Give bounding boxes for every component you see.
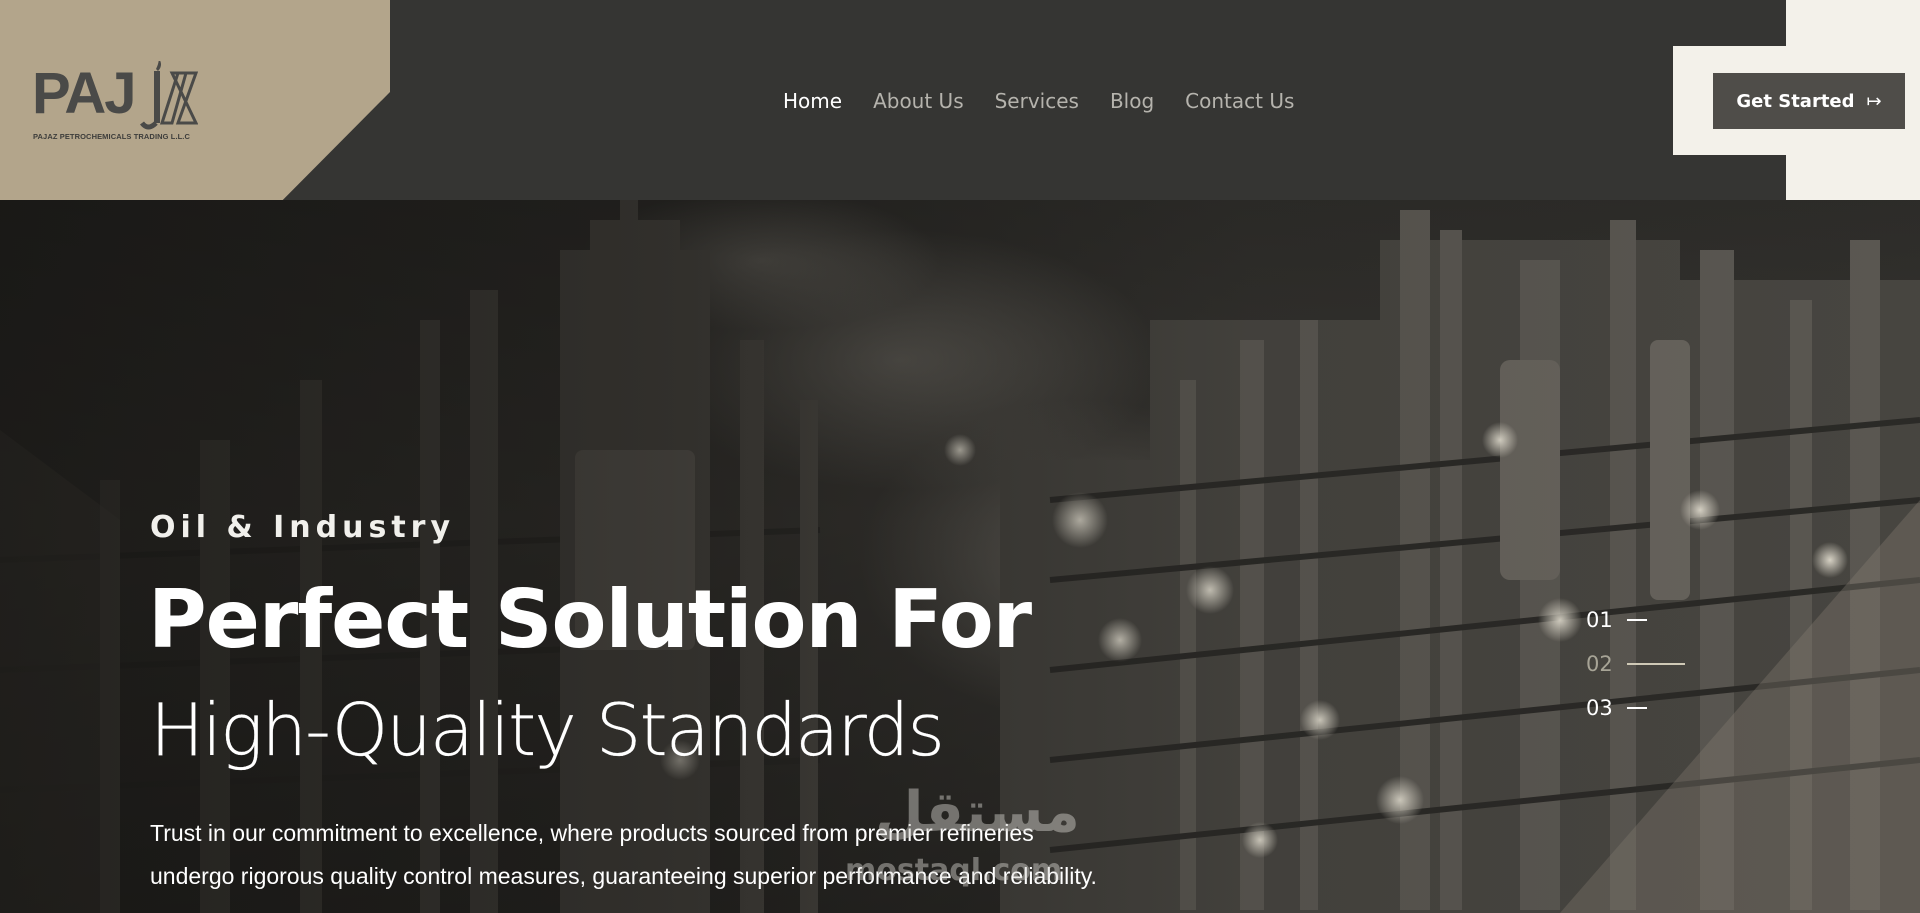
get-started-button[interactable]: Get Started ↦	[1713, 73, 1905, 129]
nav-home[interactable]: Home	[783, 86, 842, 116]
slide-dot-3[interactable]: 03	[1586, 686, 1685, 730]
slide-indicator: 01 02 03	[1586, 598, 1685, 730]
hero-eyebrow: Oil & Industry	[150, 510, 456, 545]
arrow-right-to-bar-icon: ↦	[1866, 90, 1882, 112]
slide-line	[1626, 707, 1647, 709]
brand-logo[interactable]: PAJ PAJAZ PETROCHEMICALS TRADING L.L.C	[30, 55, 205, 145]
watermark-arabic: مستقل	[875, 780, 1080, 845]
slide-line	[1626, 663, 1685, 665]
slide-dot-1[interactable]: 01	[1586, 598, 1685, 642]
hero-headline-secondary: High-Quality Standards	[150, 688, 945, 772]
nav-contact-us[interactable]: Contact Us	[1185, 86, 1294, 116]
get-started-label: Get Started	[1736, 90, 1855, 112]
nav-services[interactable]: Services	[995, 86, 1079, 116]
slide-line	[1626, 619, 1647, 621]
hero-headline-primary: Perfect Solution For	[148, 573, 1032, 666]
watermark-latin: mostaql.com	[845, 853, 1063, 888]
nav-about-us[interactable]: About Us	[873, 86, 964, 116]
cta-panel-bottom	[1786, 155, 1920, 200]
watermark: مستقل mostaql.com	[845, 785, 1080, 895]
cta-panel-top	[1786, 0, 1920, 46]
logo-tagline: PAJAZ PETROCHEMICALS TRADING L.L.C	[33, 132, 191, 141]
slide-number: 01	[1586, 608, 1613, 632]
flame-az-icon	[140, 61, 198, 130]
site-header: PAJ PAJAZ PETROCHEMICALS TRADING L.L.C H…	[0, 0, 1920, 200]
slide-number: 03	[1586, 696, 1613, 720]
slide-dot-2[interactable]: 02	[1586, 642, 1685, 686]
main-nav: Home About Us Services Blog Contact Us	[783, 86, 1294, 116]
slide-number: 02	[1586, 652, 1613, 676]
nav-blog[interactable]: Blog	[1110, 86, 1154, 116]
logo-wordmark: PAJ	[32, 61, 137, 126]
